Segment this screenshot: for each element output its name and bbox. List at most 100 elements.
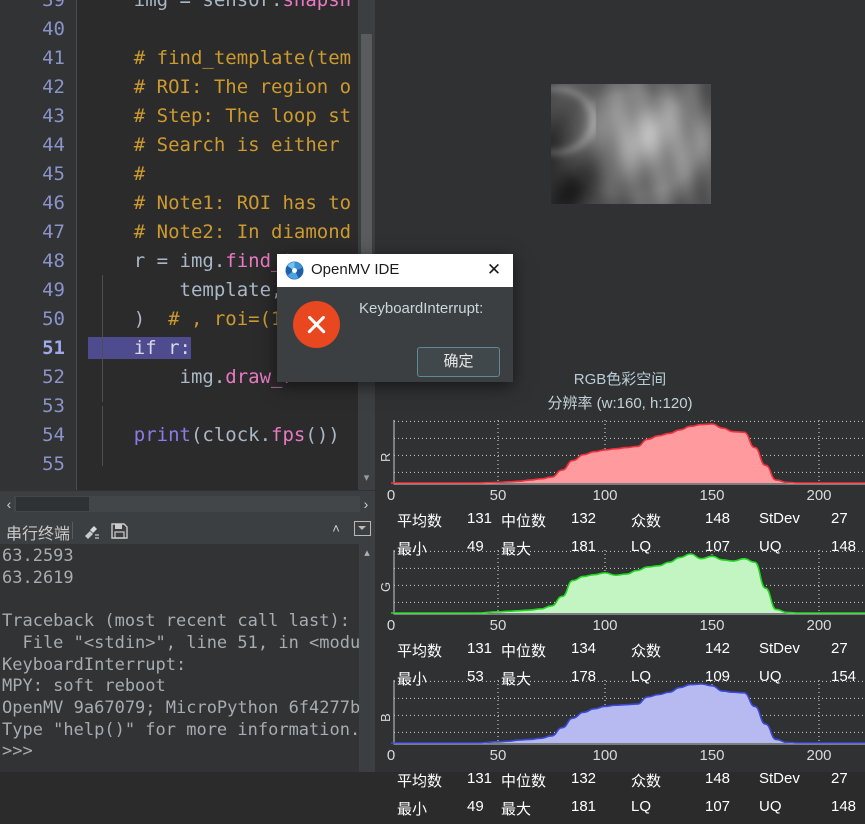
histogram-channel-b: B 0 50 100 150 200 平均数 131 中位数 132 众数 148 StDev 27 最小 4… bbox=[375, 678, 865, 818]
stat-value: 148 bbox=[831, 798, 857, 815]
code-token: print(clock.fps()) bbox=[133, 424, 340, 446]
stat-label: 平均数 bbox=[397, 773, 443, 790]
code-line[interactable]: template, bbox=[88, 276, 283, 305]
line-number-gutter: 39 40 41 42 43 44 45 46 47 48 49 50 51 52 53 54 55 bbox=[0, 0, 76, 490]
histogram-channel-g: G 0 50 100 150 200 平均数 131 中位数 134 众数 142 StDev 27 最小 5… bbox=[375, 548, 865, 688]
framebuffer-preview[interactable] bbox=[551, 84, 711, 204]
left-pane: 39 40 41 42 43 44 45 46 47 48 49 50 51 52 53 54 55 img =… bbox=[0, 0, 375, 772]
code-line[interactable]: # Note1: ROI has to bbox=[88, 189, 351, 218]
panel-options-icon[interactable] bbox=[354, 521, 371, 536]
stat-label: LQ bbox=[631, 798, 652, 815]
code-token: # Step: The loop st bbox=[88, 105, 352, 127]
stat-label: 最小 bbox=[397, 801, 428, 818]
editor-horizontal-scrollbar[interactable]: ‹ › bbox=[0, 490, 375, 517]
keyboard-interrupt-dialog[interactable]: OpenMV IDE ✕ KeyboardInterrupt: 确定 bbox=[277, 254, 513, 382]
code-line[interactable]: # Note2: In diamond bbox=[88, 218, 351, 247]
stat-label: 最大 bbox=[501, 801, 532, 818]
stat-value: 27 bbox=[831, 510, 848, 527]
terminal-log-text: 63.2593 63.2619 Traceback (most recent c… bbox=[2, 546, 361, 762]
right-pane: RGB色彩空间 分辨率 (w:160, h:120) R 0 50 100 150 200… bbox=[375, 0, 865, 818]
editor-vertical-scrollbar[interactable]: ▾ bbox=[358, 0, 375, 490]
line-number: 48 bbox=[42, 250, 65, 272]
histogram-area bbox=[391, 684, 865, 743]
axis-tick-label: 150 bbox=[699, 487, 725, 504]
line-number: 44 bbox=[42, 134, 65, 156]
stat-value: 142 bbox=[705, 640, 731, 657]
code-line[interactable]: # find_template(tem bbox=[88, 44, 351, 73]
terminal-scrollbar-thumb[interactable] bbox=[361, 562, 373, 752]
axis-tick-label: 50 bbox=[489, 617, 507, 634]
histogram-stats-row: 平均数 131 中位数 132 众数 148 StDev 27 bbox=[375, 510, 865, 536]
code-text-area[interactable]: 39 40 41 42 43 44 45 46 47 48 49 50 51 52 53 54 55 img =… bbox=[0, 0, 358, 490]
line-number: 54 bbox=[42, 424, 65, 446]
stat-value: 131 bbox=[467, 770, 493, 787]
error-icon bbox=[293, 301, 340, 348]
axis-tick-label: 100 bbox=[592, 747, 618, 764]
histogram-plot bbox=[391, 418, 865, 486]
code-line[interactable]: img = sensor.snapsh bbox=[88, 0, 351, 15]
histogram-area bbox=[391, 424, 865, 483]
hscrollbar-thumb[interactable] bbox=[16, 497, 89, 511]
stat-label: StDev bbox=[759, 640, 800, 657]
code-line[interactable]: ) # , roi=(10 bbox=[88, 305, 294, 334]
code-line[interactable]: r = img.find_t bbox=[88, 247, 294, 276]
gutter-divider bbox=[76, 0, 77, 490]
histogram-plot bbox=[391, 548, 865, 616]
code-line[interactable]: if r: bbox=[88, 334, 191, 363]
axis-tick-label: 150 bbox=[699, 617, 725, 634]
line-number: 41 bbox=[42, 47, 65, 69]
code-token: img = sensor.snapsh bbox=[88, 0, 352, 11]
code-line[interactable]: # bbox=[88, 160, 145, 189]
code-token: # find_template(tem bbox=[88, 47, 352, 69]
stat-label: UQ bbox=[759, 798, 782, 815]
code-token: r = img.find_t bbox=[88, 250, 294, 272]
stat-label: 平均数 bbox=[397, 643, 443, 660]
openmv-logo-icon bbox=[285, 261, 304, 280]
ok-button[interactable]: 确定 bbox=[417, 347, 500, 377]
code-line[interactable]: # Step: The loop st bbox=[88, 102, 351, 131]
code-line[interactable]: # ROI: The region o bbox=[88, 73, 351, 102]
serial-terminal-output[interactable]: 63.2593 63.2619 Traceback (most recent c… bbox=[0, 544, 375, 772]
clear-terminal-icon[interactable] bbox=[82, 522, 100, 540]
code-line[interactable]: print(clock.fps()) bbox=[88, 421, 340, 450]
close-icon[interactable]: ✕ bbox=[483, 259, 505, 281]
toolbar-divider bbox=[72, 522, 73, 539]
line-number: 47 bbox=[42, 221, 65, 243]
scroll-down-icon[interactable]: ▾ bbox=[358, 470, 375, 487]
stat-value: 148 bbox=[705, 770, 731, 787]
stat-label: StDev bbox=[759, 510, 800, 527]
axis-tick-label: 100 bbox=[592, 617, 618, 634]
line-number: 42 bbox=[42, 76, 65, 98]
line-number: 45 bbox=[42, 163, 65, 185]
code-line[interactable]: # Search is either bbox=[88, 131, 351, 160]
scroll-right-icon[interactable]: › bbox=[359, 494, 373, 514]
save-terminal-icon[interactable] bbox=[110, 522, 128, 540]
openmv-ide-window: 39 40 41 42 43 44 45 46 47 48 49 50 51 52 53 54 55 img =… bbox=[0, 0, 865, 818]
stat-label: 众数 bbox=[631, 513, 662, 530]
line-number: 53 bbox=[42, 395, 65, 417]
axis-tick-label: 200 bbox=[806, 747, 832, 764]
stat-label: 中位数 bbox=[501, 513, 547, 530]
histogram-stats-row: 平均数 131 中位数 132 众数 148 StDev 27 bbox=[375, 770, 865, 796]
axis-tick-label: 0 bbox=[386, 617, 396, 634]
code-token: # ROI: The region o bbox=[88, 76, 352, 98]
scroll-up-icon[interactable]: ▴ bbox=[359, 544, 375, 562]
collapse-panel-icon[interactable]: ˄ bbox=[328, 521, 344, 536]
line-number: 49 bbox=[42, 279, 65, 301]
histogram-x-axis: 0 50 100 150 200 bbox=[375, 487, 865, 509]
code-token: # Note2: In diamond bbox=[88, 221, 352, 243]
histogram-area bbox=[391, 554, 865, 613]
serial-terminal-title: 串行终端 bbox=[6, 524, 71, 543]
dialog-titlebar[interactable]: OpenMV IDE ✕ bbox=[277, 254, 513, 287]
line-number: 55 bbox=[42, 453, 65, 475]
stat-label: 中位数 bbox=[501, 773, 547, 790]
terminal-header-controls[interactable]: ˄ bbox=[328, 521, 371, 536]
axis-tick-label: 0 bbox=[386, 487, 396, 504]
code-token: img.draw_r bbox=[88, 366, 294, 388]
line-number: 52 bbox=[42, 366, 65, 388]
histogram-resolution-label: 分辨率 (w:160, h:120) bbox=[547, 395, 693, 412]
code-line[interactable]: img.draw_r bbox=[88, 363, 294, 392]
terminal-scrollbar[interactable]: ▴ bbox=[359, 544, 375, 772]
code-editor[interactable]: 39 40 41 42 43 44 45 46 47 48 49 50 51 52 53 54 55 img =… bbox=[0, 0, 375, 490]
stat-value: 148 bbox=[705, 510, 731, 527]
